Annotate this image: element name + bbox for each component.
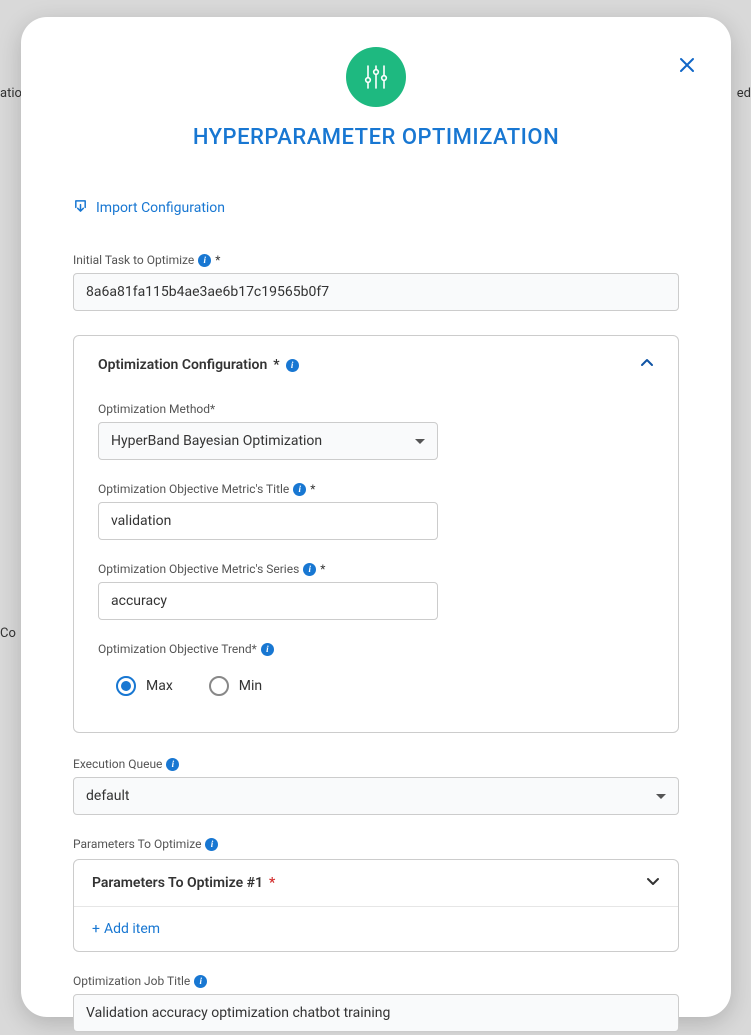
add-item-button[interactable]: + Add item <box>74 907 678 951</box>
trend-max-radio[interactable]: Max <box>116 676 173 696</box>
background-text: ed <box>737 86 751 101</box>
info-icon[interactable]: i <box>303 563 316 576</box>
parameters-list: Parameters To Optimize #1 * + Add item <box>73 859 679 952</box>
optimization-configuration-section: Optimization Configuration * i Optimizat… <box>73 335 679 733</box>
metric-series-label: Optimization Objective Metric's Series i… <box>98 562 654 576</box>
chevron-up-icon <box>640 356 654 370</box>
chevron-down-icon <box>656 794 666 799</box>
expand-item-button[interactable] <box>646 874 660 892</box>
execution-queue-label: Execution Queue i <box>73 757 679 771</box>
sliders-icon <box>346 47 406 107</box>
objective-trend-label: Optimization Objective Trend* i <box>98 642 654 656</box>
radio-unchecked-icon <box>209 676 229 696</box>
job-title-label: Optimization Job Title i <box>73 974 679 988</box>
close-button[interactable] <box>675 53 699 77</box>
radio-checked-icon <box>116 676 136 696</box>
background-text: atio <box>0 86 22 101</box>
optimization-method-select[interactable]: HyperBand Bayesian Optimization <box>98 422 438 460</box>
import-configuration-link[interactable]: Import Configuration <box>96 200 225 216</box>
info-icon[interactable]: i <box>205 838 218 851</box>
execution-queue-select[interactable]: default <box>73 777 679 815</box>
info-icon[interactable]: i <box>286 359 299 372</box>
metric-title-input[interactable]: validation <box>98 502 438 540</box>
close-icon <box>679 57 695 73</box>
info-icon[interactable]: i <box>198 254 211 267</box>
optimization-method-label: Optimization Method* <box>98 402 654 416</box>
collapse-section-button[interactable] <box>640 356 654 374</box>
metric-series-input[interactable]: accuracy <box>98 582 438 620</box>
trend-min-radio[interactable]: Min <box>209 676 262 696</box>
plus-icon: + <box>92 921 100 937</box>
info-icon[interactable]: i <box>261 643 274 656</box>
hyperparameter-optimization-modal: HYPERPARAMETER OPTIMIZATION Import Confi… <box>21 17 731 1017</box>
metric-title-label: Optimization Objective Metric's Title i* <box>98 482 654 496</box>
job-title-input[interactable]: Validation accuracy optimization chatbot… <box>73 994 679 1032</box>
info-icon[interactable]: i <box>194 975 207 988</box>
info-icon[interactable]: i <box>166 758 179 771</box>
background-text: Co <box>0 626 16 641</box>
info-icon[interactable]: i <box>293 483 306 496</box>
initial-task-input[interactable]: 8a6a81fa115b4ae3ae6b17c19565b0f7 <box>73 273 679 311</box>
parameters-item-header[interactable]: Parameters To Optimize #1 * <box>74 860 678 907</box>
modal-title: HYPERPARAMETER OPTIMIZATION <box>73 125 679 150</box>
import-icon <box>73 198 88 217</box>
optimization-configuration-header: Optimization Configuration * i <box>98 357 299 373</box>
chevron-down-icon <box>646 874 660 888</box>
chevron-down-icon <box>415 439 425 444</box>
initial-task-label: Initial Task to Optimize i* <box>73 253 679 267</box>
parameters-to-optimize-label: Parameters To Optimize i <box>73 837 679 851</box>
